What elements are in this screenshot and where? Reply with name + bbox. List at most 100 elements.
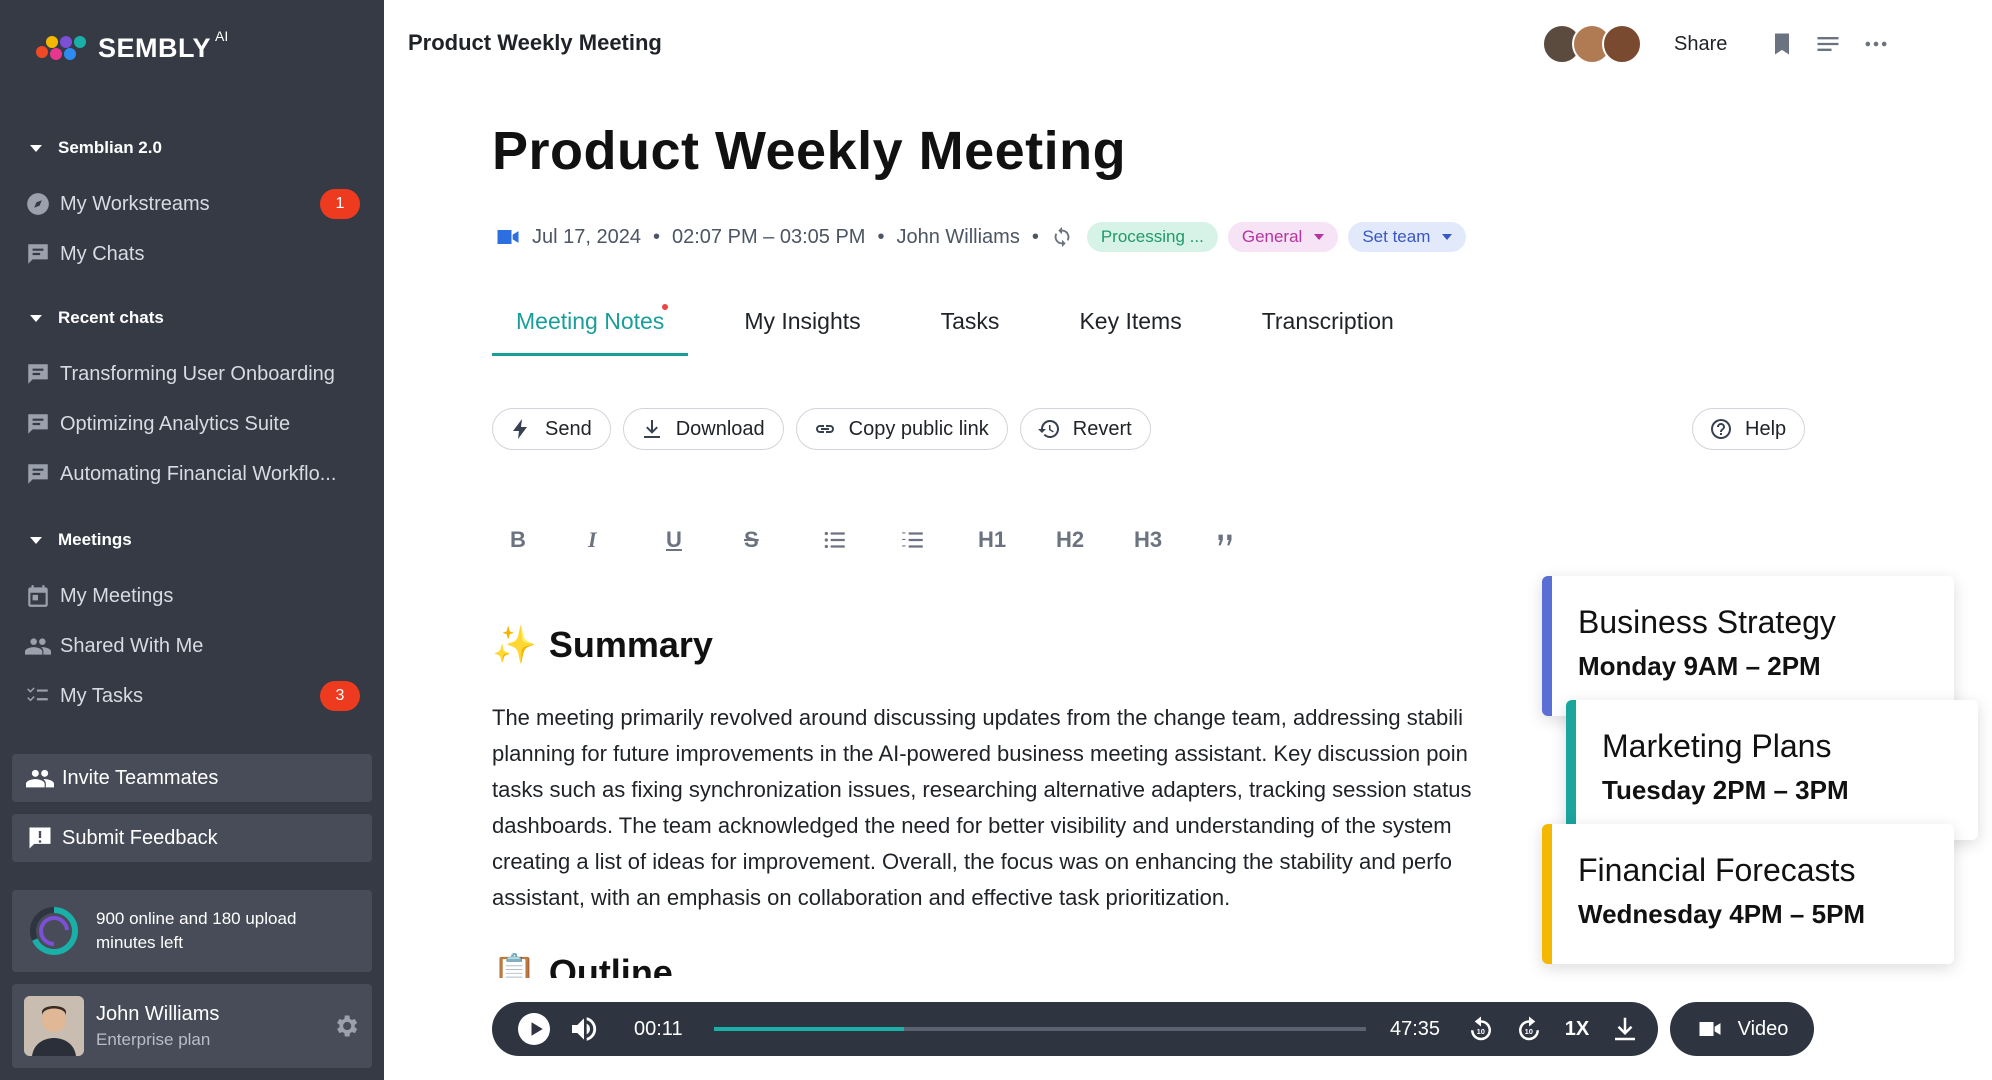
logo[interactable]: SEMBLY AI <box>34 28 228 66</box>
submit-feedback-button[interactable]: Submit Feedback <box>12 814 372 862</box>
usage-text: minutes left <box>96 933 183 952</box>
h2-icon: H2 <box>1056 527 1085 552</box>
caret-down-icon <box>30 144 42 152</box>
people-icon <box>26 769 54 788</box>
schedule-card[interactable]: Financial Forecasts Wednesday 4PM – 5PM <box>1542 824 1954 964</box>
rewind-10-button[interactable]: 10 <box>1464 1012 1498 1046</box>
avatar <box>1602 24 1642 64</box>
gear-icon[interactable] <box>332 1012 360 1040</box>
forward-10-button[interactable]: 10 <box>1512 1012 1546 1046</box>
revert-button[interactable]: Revert <box>1019 408 1151 450</box>
card-accent-bar <box>1566 700 1576 840</box>
tab-my-insights[interactable]: My Insights <box>720 300 884 356</box>
caret-down-icon <box>30 314 42 322</box>
collaborator-avatars[interactable] <box>1542 24 1642 64</box>
lightning-icon <box>513 419 527 439</box>
quote-button[interactable] <box>1212 520 1290 560</box>
summary-line: tasks such as fixing synchronization iss… <box>492 777 1472 802</box>
bold-button[interactable]: B <box>510 520 588 560</box>
sync-icon[interactable] <box>1051 226 1073 248</box>
user-profile[interactable]: John Williams Enterprise plan <box>12 984 372 1068</box>
tab-key-items[interactable]: Key Items <box>1055 300 1205 356</box>
category-dropdown[interactable]: General <box>1227 222 1339 252</box>
sidebar-item-label: My Workstreams <box>60 192 210 215</box>
volume-button[interactable] <box>568 1013 600 1045</box>
sidebar-item-chat-financial[interactable]: Automating Financial Workflo... <box>24 454 364 494</box>
section-title: Recent chats <box>58 308 164 327</box>
sidebar-item-chat-onboarding[interactable]: Transforming User Onboarding <box>24 354 364 394</box>
video-camera-icon <box>497 230 519 244</box>
bookmark-icon[interactable] <box>1768 30 1796 58</box>
send-button[interactable]: Send <box>492 408 611 450</box>
tab-meeting-notes[interactable]: Meeting Notes <box>492 300 689 356</box>
schedule-card[interactable]: Business Strategy Monday 9AM – 2PM <box>1542 576 1954 716</box>
people-icon <box>24 632 52 660</box>
strikethrough-button[interactable]: S <box>744 520 822 560</box>
numbered-list-icon <box>902 532 923 548</box>
sembly-logo-icon <box>36 36 86 60</box>
download-icon <box>1615 1017 1635 1041</box>
tab-label: Key Items <box>1079 308 1182 334</box>
italic-button[interactable]: I <box>588 520 666 560</box>
sidebar-item-my-meetings[interactable]: My Meetings <box>24 576 364 616</box>
heading3-button[interactable]: H3 <box>1134 520 1212 560</box>
tab-label: Meeting Notes <box>516 308 665 334</box>
download-audio-button[interactable] <box>1608 1012 1642 1046</box>
help-label: Help <box>1745 417 1787 440</box>
section-recent-chats[interactable]: Recent chats <box>30 308 164 328</box>
copy-public-link-button[interactable]: Copy public link <box>795 408 1008 450</box>
download-button[interactable]: Download <box>622 408 784 450</box>
sidebar-item-shared-with-me[interactable]: Shared With Me <box>24 626 364 666</box>
sidebar-item-my-workstreams[interactable]: My Workstreams 1 <box>24 184 364 224</box>
caret-down-icon <box>1314 234 1325 240</box>
section-semblian[interactable]: Semblian 2.0 <box>30 138 162 158</box>
card-time: Tuesday 2PM – 3PM <box>1602 775 1849 805</box>
separator-dot: • <box>652 225 660 248</box>
progress-track[interactable] <box>714 1027 1366 1031</box>
tab-tasks[interactable]: Tasks <box>917 300 1024 356</box>
sidebar-item-my-chats[interactable]: My Chats <box>24 234 364 274</box>
sidebar-item-my-tasks[interactable]: My Tasks 3 <box>24 676 364 716</box>
usage-ring-icon <box>30 907 78 955</box>
more-horizontal-icon[interactable] <box>1862 30 1890 58</box>
outline-heading: 📋 Outline <box>492 952 673 978</box>
section-meetings[interactable]: Meetings <box>30 530 132 550</box>
speed-button[interactable]: 1X <box>1560 1012 1594 1046</box>
feedback-label: Submit Feedback <box>62 826 218 849</box>
tab-transcription[interactable]: Transcription <box>1238 300 1418 356</box>
sidebar: SEMBLY AI Semblian 2.0 My Workstreams 1 … <box>0 0 384 1080</box>
summary-line: planning for future improvements in the … <box>492 741 1468 766</box>
caret-down-icon <box>1442 234 1453 240</box>
outline-title: Outline <box>548 952 673 978</box>
sidebar-item-label: Optimizing Analytics Suite <box>60 412 291 435</box>
video-button[interactable]: Video <box>1670 1002 1814 1056</box>
help-button[interactable]: Help <box>1692 408 1806 450</box>
meeting-date: Jul 17, 2024 <box>532 225 641 248</box>
play-button[interactable] <box>518 1013 550 1045</box>
notification-badge: 3 <box>320 681 360 711</box>
menu-lines-icon[interactable] <box>1814 30 1842 58</box>
numbered-list-button[interactable] <box>900 520 978 560</box>
action-bar: Send Download Copy public link Revert <box>492 408 1163 450</box>
sidebar-item-chat-analytics[interactable]: Optimizing Analytics Suite <box>24 404 364 444</box>
card-accent-bar <box>1542 824 1552 964</box>
invite-teammates-button[interactable]: Invite Teammates <box>12 754 372 802</box>
summary-text: The meeting primarily revolved around di… <box>492 700 1592 916</box>
share-button[interactable]: Share <box>1674 33 1727 56</box>
link-icon <box>815 425 834 433</box>
total-time: 47:35 <box>1390 1017 1441 1040</box>
h1-icon: H1 <box>978 527 1007 552</box>
heading2-button[interactable]: H2 <box>1056 520 1134 560</box>
team-dropdown[interactable]: Set team <box>1348 222 1467 252</box>
underline-button[interactable]: U <box>666 520 744 560</box>
clipboard-icon: 📋 <box>492 952 537 978</box>
bullet-list-icon <box>824 531 845 549</box>
bullet-list-button[interactable] <box>822 520 900 560</box>
schedule-card[interactable]: Marketing Plans Tuesday 2PM – 3PM <box>1566 700 1978 840</box>
card-title: Marketing Plans <box>1602 728 1832 764</box>
avatar <box>24 996 84 1056</box>
heading1-button[interactable]: H1 <box>978 520 1056 560</box>
sidebar-item-label: Shared With Me <box>60 634 204 657</box>
tab-label: Transcription <box>1261 308 1394 334</box>
compass-icon <box>24 190 52 218</box>
